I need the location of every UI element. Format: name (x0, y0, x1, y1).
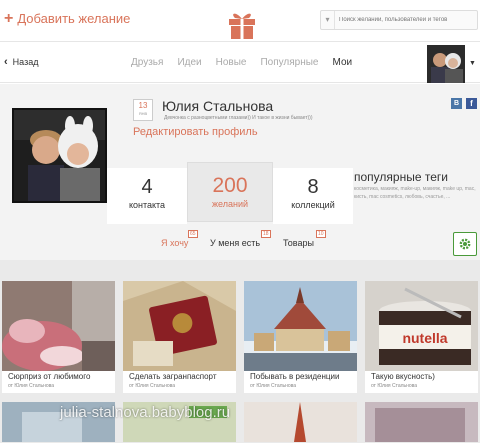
user-avatar[interactable] (427, 45, 465, 83)
chevron-left-icon: ‹ (4, 56, 8, 68)
top-bar: + Добавить желание ▾ (0, 0, 480, 42)
gear-icon (459, 238, 471, 250)
stat-contacts-label: контакта (128, 200, 166, 210)
tab-popular[interactable]: Популярные (260, 57, 318, 68)
add-wish-button[interactable]: + Добавить желание (4, 9, 131, 27)
vk-icon[interactable]: B (451, 98, 462, 109)
back-button[interactable]: ‹ Назад (4, 56, 38, 68)
nav-bar: ‹ Назад Друзья Идеи Новые Популярные Мои… (0, 43, 480, 83)
wish-card-partial[interactable] (244, 402, 357, 442)
tab-mine[interactable]: Мои (333, 57, 353, 68)
plus-icon: + (4, 9, 14, 27)
stat-contacts[interactable]: 4 контакта (107, 168, 187, 224)
wish-card-author: от Юлия Стальнова (250, 383, 297, 389)
subtab-i-have-label: У меня есть (210, 238, 261, 248)
date-day: 13 (138, 101, 148, 110)
stat-wishes[interactable]: 200 желаний (187, 162, 273, 222)
search-scope-chevron-icon[interactable]: ▾ (321, 11, 335, 29)
facebook-icon[interactable]: f (466, 98, 477, 109)
wish-card-author: от Юлия Стальнова (371, 383, 418, 389)
search-box[interactable]: ▾ (320, 10, 478, 30)
profile-bio: Девчонка с разноцветными глазами)) И так… (164, 115, 313, 121)
date-badge: 13 ЯНВ (133, 99, 153, 121)
svg-text:nutella: nutella (402, 330, 447, 346)
settings-button[interactable] (453, 232, 477, 256)
popular-tags-title: популярные теги (354, 170, 448, 184)
stat-collections-count: 8 (307, 176, 319, 198)
subtab-i-want-count: 65 (188, 230, 198, 238)
wish-card-image (2, 281, 115, 371)
tab-new[interactable]: Новые (216, 57, 247, 68)
wish-card-title: Такую вкусность) (371, 372, 435, 381)
search-input[interactable] (335, 17, 475, 23)
wish-card-partial[interactable] (365, 402, 478, 442)
profile-section: 13 ЯНВ Юлия Стальнова Девчонка с разноцв… (0, 84, 480, 260)
wish-card[interactable]: Сделать загранпаспорт от Юлия Стальнова (123, 281, 236, 393)
subtab-i-want[interactable]: Я хочу 65 (161, 230, 198, 248)
edit-profile-link[interactable]: Редактировать профиль (133, 126, 258, 138)
tab-friends[interactable]: Друзья (131, 57, 163, 68)
wish-card[interactable]: Побывать в резиденции от Юлия Стальнова (244, 281, 357, 393)
stat-collections-label: коллекций (291, 200, 335, 210)
wish-card-author: от Юлия Стальнова (129, 383, 176, 389)
tab-ideas[interactable]: Идеи (177, 57, 201, 68)
profile-stats: 4 контакта 200 желаний 8 коллекций (107, 162, 353, 224)
stat-collections[interactable]: 8 коллекций (273, 168, 353, 224)
nav-tabs: Друзья Идеи Новые Популярные Мои (131, 57, 352, 68)
popular-tags-list[interactable]: косметика, макияж, make-up, макияж, make… (354, 185, 476, 201)
profile-name: Юлия Стальнова (162, 98, 274, 114)
date-month: ЯНВ (138, 111, 148, 116)
subtab-i-want-label: Я хочу (161, 238, 189, 248)
subtab-i-have-count: 18 (261, 230, 271, 238)
stat-wishes-count: 200 (212, 174, 248, 197)
gift-logo-icon[interactable] (226, 8, 258, 40)
subtab-goods-count: 10 (316, 230, 326, 238)
add-wish-label: Добавить желание (17, 11, 131, 26)
wish-card-title: Побывать в резиденции (250, 372, 340, 381)
subtab-goods-label: Товары (283, 238, 314, 248)
back-label: Назад (12, 57, 39, 67)
wish-card-image (244, 281, 357, 371)
wish-card[interactable]: Сюрприз от любимого от Юлия Стальнова (2, 281, 115, 393)
wish-card-author: от Юлия Стальнова (8, 383, 55, 389)
wish-card-title: Сделать загранпаспорт (129, 372, 217, 381)
wish-card[interactable]: nutella Такую вкусность) от Юлия Стально… (365, 281, 478, 393)
user-menu-caret-icon[interactable]: ▼ (469, 60, 476, 67)
watermark: julia-stalnova.babyblog.ru (60, 404, 231, 421)
stat-wishes-label: желаний (211, 199, 248, 209)
wish-card-image (123, 281, 236, 371)
profile-photo (12, 108, 107, 203)
subtab-i-have[interactable]: У меня есть 18 (210, 230, 271, 248)
wish-card-image: nutella (365, 281, 478, 371)
wish-card-title: Сюрприз от любимого (8, 372, 91, 381)
stat-contacts-count: 4 (141, 176, 153, 198)
subtab-goods[interactable]: Товары 10 (283, 230, 326, 248)
